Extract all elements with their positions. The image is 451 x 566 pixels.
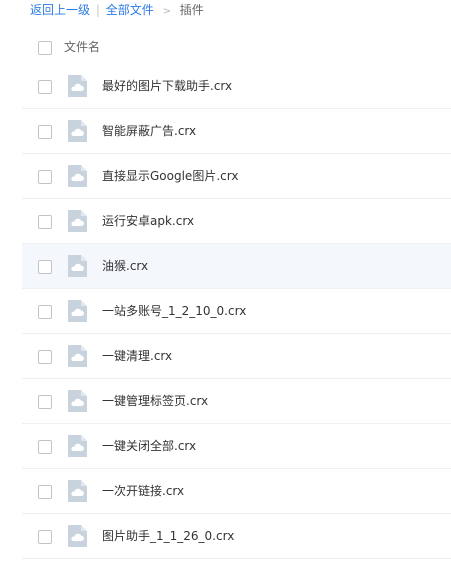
file-name[interactable]: 一键清理.crx <box>102 349 172 363</box>
row-checkbox[interactable] <box>38 305 52 319</box>
current-folder: 插件 <box>179 3 204 17</box>
file-name[interactable]: 运行安卓apk.crx <box>102 214 194 228</box>
file-row[interactable]: 图片助手_1_1_26_0.crx <box>22 514 451 559</box>
back-link[interactable]: 返回上一级 <box>30 3 90 17</box>
all-files-link[interactable]: 全部文件 <box>106 3 154 17</box>
cloud-file-icon <box>66 479 88 503</box>
file-name[interactable]: 一键管理标签页.crx <box>102 394 208 408</box>
cloud-file-icon <box>66 254 88 278</box>
file-browser: 返回上一级 | 全部文件 > 插件 文件名 最好的图片下载助手.crx 智能屏蔽… <box>0 0 451 566</box>
file-row[interactable]: 最好的图片下载助手.crx <box>22 64 451 109</box>
row-checkbox[interactable] <box>38 260 52 274</box>
cloud-file-icon <box>66 344 88 368</box>
cloud-file-icon <box>66 389 88 413</box>
row-checkbox[interactable] <box>38 485 52 499</box>
breadcrumb-separator: | <box>95 3 100 17</box>
file-name[interactable]: 直接显示Google图片.crx <box>102 169 238 183</box>
row-checkbox[interactable] <box>38 80 52 94</box>
cloud-file-icon <box>66 524 88 548</box>
row-checkbox[interactable] <box>38 125 52 139</box>
cloud-file-icon <box>66 434 88 458</box>
cloud-file-icon <box>66 299 88 323</box>
file-name[interactable]: 一次开链接.crx <box>102 484 184 498</box>
select-all-checkbox[interactable] <box>38 41 52 55</box>
file-row[interactable]: 运行安卓apk.crx <box>22 199 451 244</box>
row-checkbox[interactable] <box>38 530 52 544</box>
cloud-file-icon <box>66 74 88 98</box>
row-checkbox[interactable] <box>38 440 52 454</box>
file-name[interactable]: 油猴.crx <box>102 259 148 273</box>
file-name[interactable]: 最好的图片下载助手.crx <box>102 79 232 93</box>
cloud-file-icon <box>66 164 88 188</box>
file-list: 最好的图片下载助手.crx 智能屏蔽广告.crx 直接显示Google图片.cr… <box>22 64 451 559</box>
file-name[interactable]: 图片助手_1_1_26_0.crx <box>102 529 234 543</box>
row-checkbox[interactable] <box>38 170 52 184</box>
row-checkbox[interactable] <box>38 350 52 364</box>
list-header: 文件名 <box>22 33 451 63</box>
file-row[interactable]: 一键管理标签页.crx <box>22 379 451 424</box>
breadcrumb-arrow-icon: > <box>162 6 171 17</box>
cloud-file-icon <box>66 119 88 143</box>
cloud-file-icon <box>66 209 88 233</box>
file-row[interactable]: 一站多账号_1_2_10_0.crx <box>22 289 451 334</box>
file-name[interactable]: 一键关闭全部.crx <box>102 439 196 453</box>
breadcrumb: 返回上一级 | 全部文件 > 插件 <box>30 3 204 19</box>
file-row[interactable]: 直接显示Google图片.crx <box>22 154 451 199</box>
file-name[interactable]: 一站多账号_1_2_10_0.crx <box>102 304 246 318</box>
file-row[interactable]: 一键清理.crx <box>22 334 451 379</box>
row-checkbox[interactable] <box>38 215 52 229</box>
file-row[interactable]: 一键关闭全部.crx <box>22 424 451 469</box>
file-name[interactable]: 智能屏蔽广告.crx <box>102 124 196 138</box>
file-row[interactable]: 油猴.crx <box>22 244 451 289</box>
file-row[interactable]: 智能屏蔽广告.crx <box>22 109 451 154</box>
filename-column-header[interactable]: 文件名 <box>64 40 100 54</box>
row-checkbox[interactable] <box>38 395 52 409</box>
file-row[interactable]: 一次开链接.crx <box>22 469 451 514</box>
